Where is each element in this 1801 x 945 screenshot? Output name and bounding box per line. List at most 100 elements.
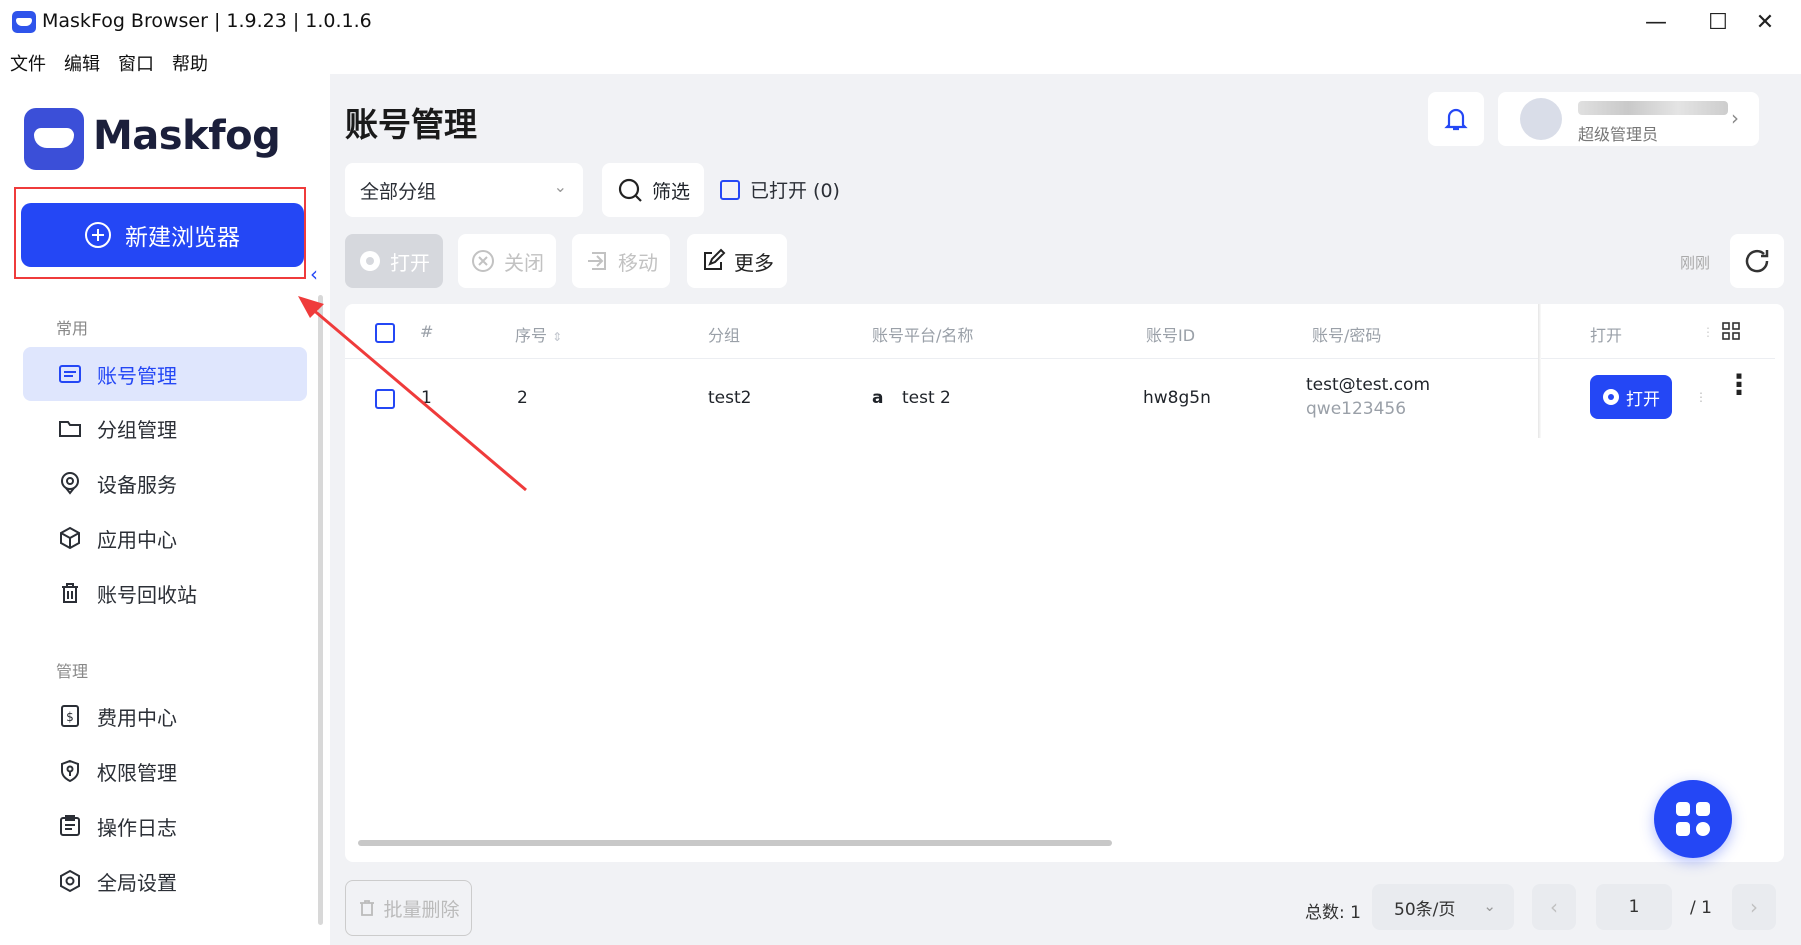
menu-file[interactable]: 文件 bbox=[10, 50, 46, 76]
close-button[interactable]: 关闭 bbox=[458, 234, 556, 288]
close-circle-icon bbox=[472, 250, 494, 272]
trash-icon bbox=[57, 580, 83, 606]
trash-icon bbox=[360, 900, 375, 916]
group-select-value: 全部分组 bbox=[360, 180, 437, 203]
page-title: 账号管理 bbox=[345, 105, 477, 144]
column-header-platform-name: 账号平台/名称 bbox=[872, 326, 974, 345]
horizontal-scrollbar[interactable] bbox=[358, 840, 1112, 846]
maximize-button[interactable]: ☐ bbox=[1695, 8, 1741, 36]
batch-delete-label: 批量删除 bbox=[383, 898, 460, 921]
nav-label: 操作日志 bbox=[97, 815, 177, 840]
minimize-button[interactable]: — bbox=[1633, 8, 1679, 36]
filter-label: 筛选 bbox=[651, 180, 690, 203]
total-count: 总数: 1 bbox=[1305, 903, 1361, 923]
row-account: test@test.com bbox=[1306, 375, 1431, 395]
row-password: qwe123456 bbox=[1306, 399, 1407, 419]
nav-item-app-center[interactable]: 应用中心 bbox=[23, 511, 307, 565]
nav-item-permission-management[interactable]: 权限管理 bbox=[23, 744, 307, 798]
group-select[interactable]: 全部分组 ⌄ bbox=[345, 163, 583, 217]
nav-item-device-service[interactable]: 设备服务 bbox=[23, 456, 307, 510]
nav-label: 设备服务 bbox=[97, 472, 177, 497]
search-icon bbox=[618, 178, 642, 202]
folder-icon bbox=[57, 415, 83, 441]
page-number-input[interactable]: 1 bbox=[1596, 884, 1672, 930]
floating-apps-button[interactable] bbox=[1654, 780, 1732, 858]
page-total: / 1 bbox=[1690, 898, 1712, 918]
menu-window[interactable]: 窗口 bbox=[118, 50, 154, 76]
annotation-highlight-box bbox=[14, 187, 306, 279]
column-divider: ⋮ bbox=[1702, 325, 1714, 339]
collapse-sidebar-icon[interactable]: ‹ bbox=[310, 262, 328, 288]
location-pin-icon bbox=[57, 470, 83, 496]
opened-filter-checkbox[interactable] bbox=[720, 180, 740, 200]
column-header-open: 打开 bbox=[1590, 326, 1623, 345]
notification-button[interactable] bbox=[1428, 92, 1484, 146]
more-button[interactable]: 更多 bbox=[687, 234, 787, 288]
nav-label: 费用中心 bbox=[97, 705, 177, 730]
chevron-down-icon: ⌄ bbox=[1483, 897, 1496, 915]
row-more-icon[interactable]: ⋮ bbox=[1725, 371, 1753, 399]
nav-label: 分组管理 bbox=[97, 417, 177, 442]
account-list-icon bbox=[57, 361, 83, 387]
window-title: MaskFog Browser | 1.9.23 | 1.0.1.6 bbox=[42, 10, 372, 32]
move-button[interactable]: 移动 bbox=[572, 234, 670, 288]
nav-item-operation-log[interactable]: 操作日志 bbox=[23, 799, 307, 853]
batch-delete-button[interactable]: 批量删除 bbox=[345, 880, 472, 936]
menu-help[interactable]: 帮助 bbox=[172, 50, 208, 76]
column-header-group: 分组 bbox=[708, 326, 741, 345]
nav-label: 账号回收站 bbox=[97, 582, 197, 607]
nav-label: 应用中心 bbox=[97, 527, 177, 552]
row-account-id: hw8g5n bbox=[1143, 388, 1211, 408]
last-refresh-time: 刚刚 bbox=[1680, 254, 1711, 272]
open-button[interactable]: 打开 bbox=[345, 234, 443, 288]
settings-hex-icon bbox=[57, 868, 83, 894]
chrome-icon bbox=[360, 251, 380, 271]
chevron-down-icon: ⌄ bbox=[553, 177, 567, 196]
nav-label: 账号管理 bbox=[97, 363, 177, 388]
cube-icon bbox=[57, 525, 83, 551]
move-button-label: 移动 bbox=[618, 250, 658, 275]
chevron-right-icon: › bbox=[1731, 106, 1739, 130]
apps-grid-icon bbox=[1676, 802, 1710, 836]
row-name: test 2 bbox=[902, 388, 951, 408]
fixed-column-shadow bbox=[1538, 304, 1541, 438]
row-group: test2 bbox=[708, 388, 752, 408]
nav-item-billing-center[interactable]: $ 费用中心 bbox=[23, 689, 307, 743]
brand-name: Maskfog bbox=[93, 113, 281, 159]
nav-item-account-recycle-bin[interactable]: 账号回收站 bbox=[23, 566, 307, 620]
refresh-button[interactable] bbox=[1730, 234, 1784, 288]
header-divider bbox=[345, 358, 1775, 359]
prev-page-button[interactable]: ‹ bbox=[1532, 884, 1576, 930]
svg-text:$: $ bbox=[66, 710, 74, 724]
maskfog-logo-icon bbox=[24, 108, 84, 170]
column-header-account-password: 账号/密码 bbox=[1312, 326, 1382, 345]
nav-item-global-settings[interactable]: 全局设置 bbox=[23, 854, 307, 908]
avatar bbox=[1520, 98, 1562, 140]
column-header-account-id: 账号ID bbox=[1146, 326, 1196, 345]
nav-item-group-management[interactable]: 分组管理 bbox=[23, 401, 307, 455]
nav-label: 权限管理 bbox=[97, 760, 177, 785]
chrome-icon bbox=[1603, 389, 1619, 405]
filter-button[interactable]: 筛选 bbox=[602, 163, 704, 217]
column-settings-icon[interactable] bbox=[1722, 322, 1740, 344]
log-icon bbox=[57, 813, 83, 839]
close-window-button[interactable]: ✕ bbox=[1742, 8, 1788, 36]
app-logo-icon bbox=[12, 11, 36, 33]
menu-edit[interactable]: 编辑 bbox=[64, 50, 100, 76]
more-button-label: 更多 bbox=[734, 250, 774, 275]
close-button-label: 关闭 bbox=[504, 250, 544, 275]
next-page-button[interactable]: › bbox=[1732, 884, 1776, 930]
section-label-common: 常用 bbox=[56, 319, 89, 338]
amazon-icon: a bbox=[872, 388, 884, 408]
page-size-select[interactable]: 50条/页 ⌄ bbox=[1372, 884, 1514, 930]
nav-item-account-management[interactable]: 账号管理 bbox=[23, 347, 307, 401]
row-open-button[interactable]: 打开 bbox=[1590, 375, 1672, 419]
user-name-redacted bbox=[1578, 101, 1728, 115]
page-size-value: 50条/页 bbox=[1394, 899, 1456, 920]
sort-icon[interactable]: ⇕ bbox=[552, 330, 562, 344]
move-icon bbox=[588, 252, 606, 270]
billing-icon: $ bbox=[57, 703, 83, 729]
annotation-arrow bbox=[298, 296, 527, 492]
open-button-label: 打开 bbox=[390, 250, 430, 275]
section-label-manage: 管理 bbox=[56, 662, 89, 681]
